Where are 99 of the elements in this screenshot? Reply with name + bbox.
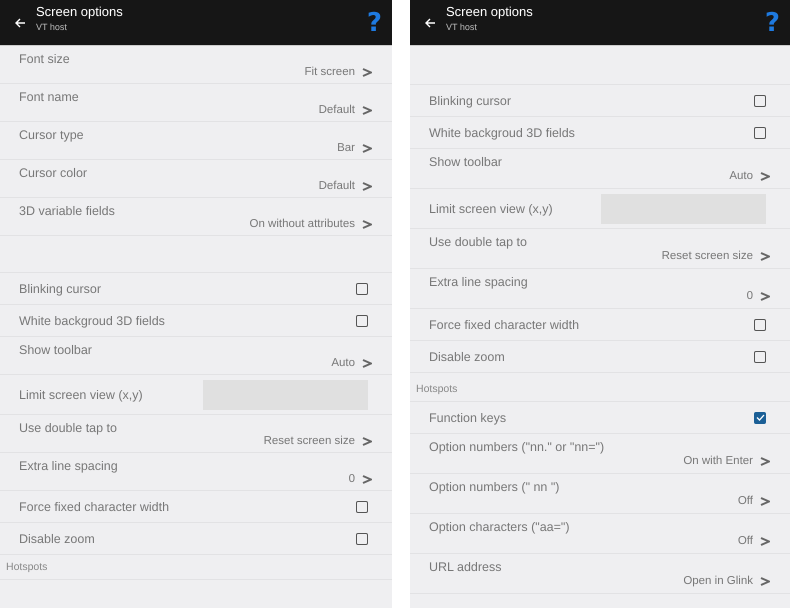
checkbox[interactable] [754,412,766,424]
setting-row[interactable]: Blinking cursor [410,85,790,117]
setting-row[interactable]: Extra line spacing 0 [410,269,790,309]
checkbox[interactable] [356,500,368,512]
setting-label: Use double tap to [19,421,118,435]
back-arrow-icon[interactable] [424,16,436,28]
chevron-right-icon [362,358,372,368]
chevron-right-icon [760,496,770,506]
setting-row[interactable]: Cursor type Bar [0,122,392,160]
checkbox[interactable] [356,532,368,544]
setting-label: Force fixed character width [19,500,170,514]
checkbox[interactable] [356,282,368,294]
setting-row[interactable]: Function keys [410,402,790,434]
checkbox[interactable] [754,94,766,106]
checkbox[interactable] [754,318,766,330]
checkbox[interactable] [754,126,766,138]
setting-row[interactable]: White backgroud 3D fields [410,117,790,149]
setting-value: Default [318,180,355,192]
setting-label: Show toolbar [429,155,503,169]
setting-row[interactable]: Font size Fit screen [0,46,392,84]
setting-value: On without attributes [250,218,355,230]
chevron-right-icon [760,292,770,300]
section-header: Hotspots [416,383,458,395]
chevron-right-icon [362,144,372,152]
setting-value: 0 [746,290,753,302]
setting-value: Off [738,495,753,507]
setting-label: Use double tap to [429,235,528,249]
setting-label: URL address [429,560,502,574]
setting-label: Disable zoom [429,350,505,364]
setting-value: Reset screen size [264,435,355,447]
screen-title: Screen options [36,4,124,18]
setting-value: 0 [348,473,355,485]
chevron-right-icon [362,436,372,446]
setting-label: White backgroud 3D fields [19,314,165,328]
checkbox[interactable] [356,314,368,326]
setting-label: 3D variable fields [19,204,116,218]
back-arrow-icon[interactable] [14,16,26,28]
setting-label: Option numbers (" nn ") [429,480,560,494]
setting-row[interactable]: Option numbers (" nn ") Off [410,474,790,514]
screen-subtitle: VT host [446,22,478,32]
screen-subtitle: VT host [36,22,68,32]
setting-label: Limit screen view (x,y) [429,202,553,216]
setting-label: Function keys [429,410,506,424]
chevron-right-icon [760,536,770,546]
setting-row[interactable]: White backgroud 3D fields [0,305,392,337]
chevron-right-icon [760,576,770,586]
chevron-right-icon [362,220,372,228]
setting-value: Auto [331,357,355,369]
setting-label: Font name [19,90,80,104]
help-button[interactable]: ? [366,8,382,38]
setting-row[interactable]: Font name Default [0,84,392,122]
setting-label: Cursor color [19,166,88,180]
setting-row[interactable]: Extra line spacing 0 [0,453,392,491]
chevron-right-icon [760,252,770,260]
setting-value: Open in Glink [683,575,753,587]
setting-value: Auto [729,170,753,182]
setting-row[interactable]: Option characters ("aa=") Off [410,514,790,554]
chevron-right-icon [362,474,372,484]
setting-label: Extra line spacing [19,459,119,473]
setting-label: Limit screen view (x,y) [19,388,143,402]
setting-row[interactable]: Cursor color Default [0,160,392,198]
setting-value: Fit screen [304,66,355,78]
screen-title: Screen options [446,4,534,18]
setting-row[interactable]: Use double tap to Reset screen size [0,415,392,453]
setting-row[interactable]: Blinking cursor [0,273,392,305]
setting-label: Option characters ("aa=") [429,520,571,534]
setting-label: Option numbers ("nn." or "nn=") [429,440,606,454]
setting-value: Reset screen size [662,250,753,262]
setting-label: Blinking cursor [19,282,101,296]
setting-label: Font size [19,52,71,66]
checkbox[interactable] [754,350,766,362]
chevron-right-icon [362,68,372,76]
setting-value: On with Enter [683,455,753,467]
setting-row[interactable]: URL address Open in Glink [410,554,790,594]
setting-row[interactable]: Show toolbar Auto [410,149,790,189]
setting-value: Default [318,104,355,116]
setting-label: Show toolbar [19,343,93,357]
chevron-right-icon [362,182,372,190]
setting-value: Bar [337,142,355,154]
setting-row[interactable]: Show toolbar Auto [0,337,392,375]
setting-label: White backgroud 3D fields [429,126,575,140]
setting-value: Off [738,535,753,547]
chevron-right-icon [760,172,770,180]
setting-label: Blinking cursor [429,94,511,108]
setting-row[interactable]: Disable zoom [0,523,392,555]
setting-label: Disable zoom [19,532,95,546]
chevron-right-icon [362,106,372,114]
setting-row[interactable]: Disable zoom [410,341,790,373]
setting-row[interactable]: Option numbers ("nn." or "nn=") On with Enter [410,434,790,474]
setting-row[interactable]: Force fixed character width [410,309,790,341]
setting-row[interactable]: Force fixed character width [0,491,392,523]
setting-label: Extra line spacing [429,275,529,289]
chevron-right-icon [760,456,770,466]
section-header: Hotspots [6,561,48,573]
setting-label: Cursor type [19,128,85,142]
setting-row[interactable]: 3D variable fields On without attributes [0,198,392,236]
setting-label: Force fixed character width [429,318,580,332]
help-button[interactable]: ? [764,8,780,38]
setting-row[interactable]: Use double tap to Reset screen size [410,229,790,269]
